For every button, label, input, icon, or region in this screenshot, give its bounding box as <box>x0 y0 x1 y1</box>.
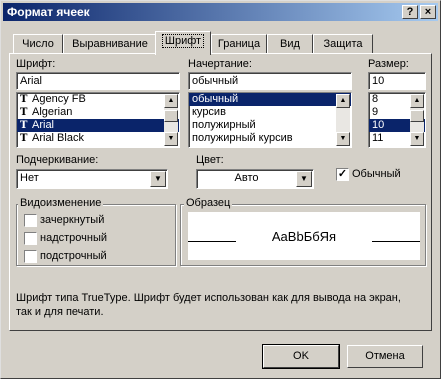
font-item-selected[interactable]: T Arial <box>17 119 179 132</box>
style-item-selected[interactable]: обычный <box>189 93 351 106</box>
font-item[interactable]: T Algerian <box>17 106 179 119</box>
scroll-thumb[interactable] <box>164 110 178 122</box>
info-text-line2: так и для печати. <box>16 306 104 318</box>
scroll-down-icon[interactable]: ▼ <box>164 132 178 146</box>
strikethrough-label: зачеркнутый <box>40 214 105 226</box>
style-item[interactable]: полужирный <box>189 119 351 132</box>
font-item[interactable]: T Agency FB <box>17 93 179 106</box>
font-item[interactable]: T Arial Black <box>17 132 179 145</box>
superscript-label: надстрочный <box>40 232 107 244</box>
truetype-icon: T <box>20 107 28 118</box>
strikethrough-checkbox[interactable] <box>24 214 37 227</box>
font-list[interactable]: T Agency FB T Algerian T Arial T Arial Black… <box>16 92 180 148</box>
size-list[interactable]: 8 9 10 11 ▲ ▼ <box>368 92 426 148</box>
chevron-down-icon[interactable]: ▼ <box>150 171 166 187</box>
size-label: Размер: <box>368 58 409 70</box>
dialog-title: Формат ячеек <box>7 5 90 19</box>
truetype-icon: T <box>20 133 28 144</box>
color-value: Авто <box>234 172 259 184</box>
style-item[interactable]: полужирный курсив <box>189 132 351 145</box>
scroll-down-icon[interactable]: ▼ <box>336 132 350 146</box>
truetype-icon: T <box>20 120 28 131</box>
tab-view[interactable]: Вид <box>267 34 313 54</box>
tab-number[interactable]: Число <box>13 34 63 54</box>
preview-group-label: Образец <box>184 197 233 209</box>
truetype-icon: T <box>20 94 28 105</box>
preview-box: AaBbБбЯя <box>188 212 420 260</box>
superscript-checkbox[interactable] <box>24 232 37 245</box>
normal-font-checkbox[interactable]: ✓ <box>336 168 349 181</box>
tab-protection[interactable]: Защита <box>313 34 373 54</box>
preview-text: AaBbБбЯя <box>271 229 337 244</box>
effects-group-label: Видоизменение <box>18 197 104 209</box>
font-label: Шрифт: <box>16 58 56 70</box>
scroll-thumb[interactable] <box>410 110 424 122</box>
info-text-line1: Шрифт типа TrueType. Шрифт будет использ… <box>16 292 401 304</box>
help-button[interactable]: ? <box>402 5 418 19</box>
normal-font-label: Обычный <box>352 168 401 180</box>
scroll-up-icon[interactable]: ▲ <box>410 94 424 108</box>
font-input[interactable]: Arial <box>16 72 180 90</box>
color-select[interactable]: Авто ▼ <box>196 169 314 189</box>
color-label: Цвет: <box>196 154 224 166</box>
ok-button[interactable]: OK <box>262 344 340 369</box>
style-label: Начертание: <box>188 58 252 70</box>
subscript-checkbox[interactable] <box>24 250 37 263</box>
scroll-up-icon[interactable]: ▲ <box>164 94 178 108</box>
scroll-down-icon[interactable]: ▼ <box>410 132 424 146</box>
scroll-up-icon[interactable]: ▲ <box>336 94 350 108</box>
style-list-scrollbar[interactable]: ▲ ▼ <box>336 94 350 146</box>
underline-select[interactable]: Нет ▼ <box>16 169 168 189</box>
format-cells-dialog: Формат ячеек ? × Число Выравнивание Шриф… <box>0 0 441 379</box>
underline-label: Подчеркивание: <box>16 154 99 166</box>
font-tab-panel: Шрифт: Arial T Agency FB T Algerian T Arial… <box>9 53 432 331</box>
style-list[interactable]: обычный курсив полужирный полужирный кур… <box>188 92 352 148</box>
style-item[interactable]: курсив <box>189 106 351 119</box>
title-bar: Формат ячеек ? × <box>3 3 438 21</box>
chevron-down-icon[interactable]: ▼ <box>296 171 312 187</box>
close-button[interactable]: × <box>420 5 436 19</box>
size-list-scrollbar[interactable]: ▲ ▼ <box>410 94 424 146</box>
tab-font[interactable]: Шрифт <box>155 31 211 55</box>
tab-border[interactable]: Граница <box>211 34 267 54</box>
tab-alignment[interactable]: Выравнивание <box>63 34 157 54</box>
size-input[interactable]: 10 <box>368 72 426 90</box>
style-input[interactable]: обычный <box>188 72 352 90</box>
cancel-button[interactable]: Отмена <box>347 345 423 368</box>
font-list-scrollbar[interactable]: ▲ ▼ <box>164 94 178 146</box>
subscript-label: подстрочный <box>40 250 107 262</box>
underline-value: Нет <box>20 172 39 184</box>
